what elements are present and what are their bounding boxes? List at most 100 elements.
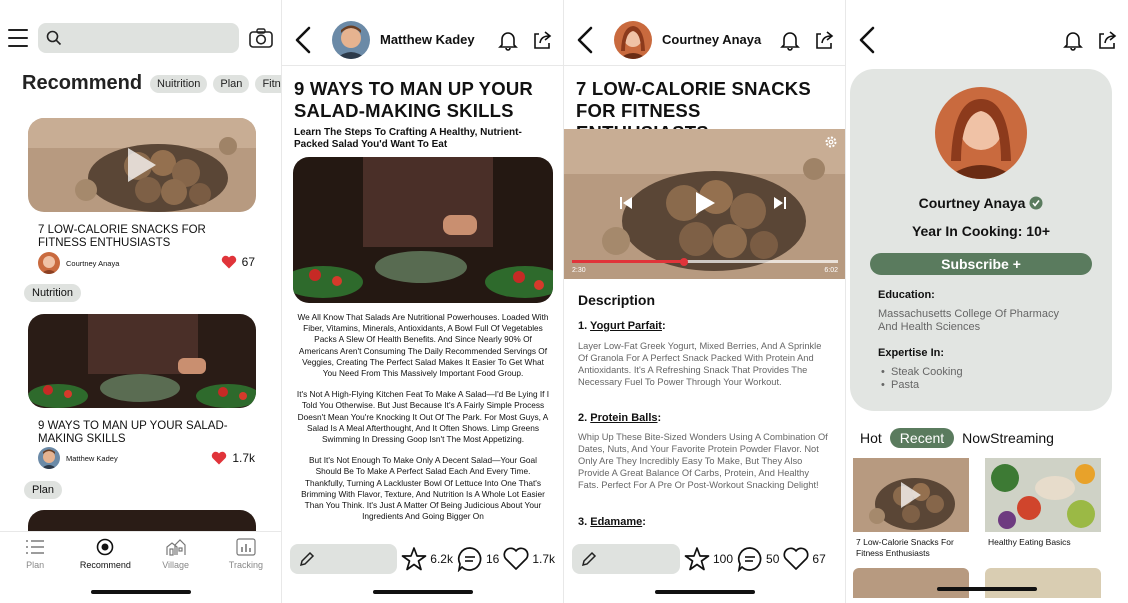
current-time: 2:30 [572, 267, 586, 274]
list-item: • Steak Cooking [878, 366, 963, 378]
item-heading: 1. Yogurt Parfait: [578, 320, 666, 332]
tab-recent[interactable]: Recent [889, 428, 955, 448]
search-icon [46, 30, 62, 46]
article-image [293, 157, 553, 303]
comment-input[interactable] [290, 544, 398, 574]
card-title[interactable]: 9 WAYS TO MAN UP YOUR SALAD-MAKING SKILL… [38, 420, 238, 446]
tab-plan[interactable]: Plan [5, 538, 65, 570]
progress-handle[interactable] [679, 257, 688, 266]
item-name-link[interactable]: Protein Balls [590, 412, 657, 424]
chart-icon [236, 538, 256, 556]
card-tag[interactable]: Nutrition [24, 284, 81, 302]
author-name[interactable]: Courtney Anaya [662, 32, 761, 47]
comment-count: 50 [766, 552, 780, 566]
share-icon[interactable] [813, 29, 835, 51]
salad-image [28, 314, 256, 408]
bell-icon[interactable] [1062, 29, 1084, 51]
next-icon[interactable] [772, 195, 788, 211]
grid-thumbnail[interactable] [985, 458, 1101, 532]
star-button[interactable]: 100 [684, 546, 733, 572]
tab-tracking[interactable]: Tracking [216, 538, 276, 570]
education-label: Education: [878, 289, 935, 301]
item-suffix: : [642, 516, 646, 528]
search-input[interactable] [38, 23, 239, 53]
back-icon[interactable] [856, 25, 878, 55]
menu-icon[interactable] [8, 29, 28, 47]
article-subtitle: Learn The Steps To Crafting A Healthy, N… [294, 127, 522, 150]
video-player[interactable]: 2:30 6:02 [564, 129, 845, 279]
card-tag[interactable]: Plan [24, 481, 63, 499]
card-author[interactable]: Courtney Anaya [38, 252, 119, 274]
card-author[interactable]: Matthew Kadey [38, 447, 118, 469]
grid-caption[interactable]: 7 Low-Calorie Snacks For Fitness Enthusi… [856, 537, 976, 559]
bottom-tab-bar: Plan Recommend Village Tracking [0, 531, 281, 581]
name-text: Courtney Anaya [918, 195, 1026, 211]
share-icon[interactable] [1096, 29, 1118, 51]
bell-icon[interactable] [779, 29, 801, 51]
item-name-link[interactable]: Yogurt Parfait [590, 320, 662, 332]
like-value: 1.7k [232, 451, 255, 465]
settings-icon[interactable] [824, 135, 838, 149]
back-icon[interactable] [292, 25, 314, 55]
author-avatar[interactable] [332, 20, 370, 59]
comment-button[interactable]: 16 [457, 546, 499, 572]
previous-icon[interactable] [618, 195, 634, 211]
paragraph: But It's Not Enough To Make Only A Decen… [301, 455, 545, 522]
tab-now-streaming[interactable]: NowStreaming [962, 430, 1054, 446]
grid-caption[interactable]: Healthy Eating Basics [988, 537, 1108, 548]
tab-hot[interactable]: Hot [860, 430, 882, 446]
content-tabs: Hot Recent NowStreaming [860, 428, 1054, 448]
salad-video-thumbnail[interactable] [28, 314, 256, 408]
chip-fitness[interactable]: Fitnes [255, 75, 281, 93]
like-count[interactable]: 67 [221, 255, 255, 269]
home-indicator [91, 590, 191, 594]
subscribe-button[interactable]: Subscribe + [870, 253, 1092, 275]
avatar [935, 87, 1027, 179]
chip-plan[interactable]: Plan [213, 75, 250, 93]
chip-nutrition[interactable]: Nuitrition [150, 75, 208, 93]
star-icon [684, 547, 710, 571]
item-name-link[interactable]: Edamame [590, 516, 642, 528]
cooking-years: Year In Cooking: 10+ [911, 223, 1051, 239]
tab-label: Village [162, 560, 190, 570]
header-actions [1062, 29, 1118, 51]
card-title[interactable]: 7 LOW-CALORIE SNACKS FOR FITNESS ENTHUSI… [38, 224, 238, 250]
comment-button[interactable]: 50 [737, 546, 779, 572]
progress-track[interactable] [572, 257, 838, 266]
grid-thumbnail[interactable] [985, 568, 1101, 598]
comment-input[interactable] [572, 544, 680, 574]
section-title: Recommend [22, 72, 143, 94]
bell-icon[interactable] [497, 29, 519, 51]
article-body: We All Know That Salads Are Nutritional … [296, 312, 550, 532]
item-heading: 3. Edamame: [578, 516, 646, 528]
grid-thumbnail[interactable] [853, 568, 969, 598]
expertise-list: • Steak Cooking • Pasta [878, 366, 1078, 392]
back-icon[interactable] [574, 25, 596, 55]
like-count: 1.7k [532, 552, 555, 566]
play-icon[interactable] [694, 191, 716, 215]
like-count[interactable]: 1.7k [211, 451, 255, 465]
article-action-bar: 100 50 67 [564, 541, 845, 577]
profile-name: Courtney Anaya [850, 195, 1112, 211]
author-avatar[interactable] [614, 20, 652, 59]
home-indicator [937, 587, 1037, 591]
tab-label: Tracking [228, 560, 263, 570]
tab-village[interactable]: Village [146, 538, 206, 570]
star-icon [401, 547, 427, 571]
walnut-video-thumbnail[interactable] [28, 118, 256, 212]
tab-recommend[interactable]: Recommend [75, 538, 135, 570]
author-name: Courtney Anaya [66, 258, 120, 268]
expertise-item: Steak Cooking [891, 366, 963, 378]
grid-thumbnail[interactable] [853, 458, 969, 532]
like-button[interactable]: 67 [783, 547, 826, 571]
star-button[interactable]: 6.2k [401, 546, 453, 572]
header-actions [497, 29, 553, 51]
author-name[interactable]: Matthew Kadey [380, 32, 475, 47]
like-button[interactable]: 1.7k [503, 547, 555, 571]
camera-icon[interactable] [249, 28, 273, 48]
expertise-item: Pasta [891, 379, 920, 391]
comment-icon [457, 547, 482, 572]
tab-label: Plan [26, 560, 45, 570]
share-icon[interactable] [531, 29, 553, 51]
progress-fill [572, 257, 688, 266]
